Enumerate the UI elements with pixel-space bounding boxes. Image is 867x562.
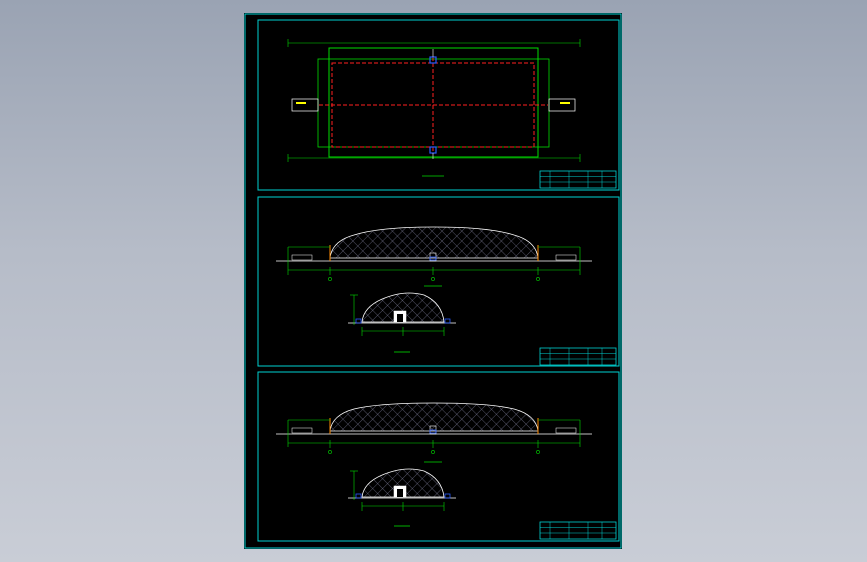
frame-plan [257,19,620,191]
entrance-right [548,98,576,112]
frame-elevation-2 [257,371,620,542]
title-block-elev1 [539,347,617,366]
title-block-elev2 [539,521,617,540]
cross-section-1 [348,292,456,353]
elevation-1-view [276,226,592,287]
title-block-plan [539,170,617,189]
cross-section-2 [348,468,456,527]
frame-elevation-1 [257,196,620,367]
drawing-sheet[interactable] [244,13,622,549]
dome-long-section-2 [329,402,539,432]
dome-long-section-1 [329,226,539,259]
cad-drawing-canvas[interactable] [244,13,622,549]
elevation-2-view [276,402,592,463]
entrance-left [291,98,319,112]
plan-view [287,39,581,177]
